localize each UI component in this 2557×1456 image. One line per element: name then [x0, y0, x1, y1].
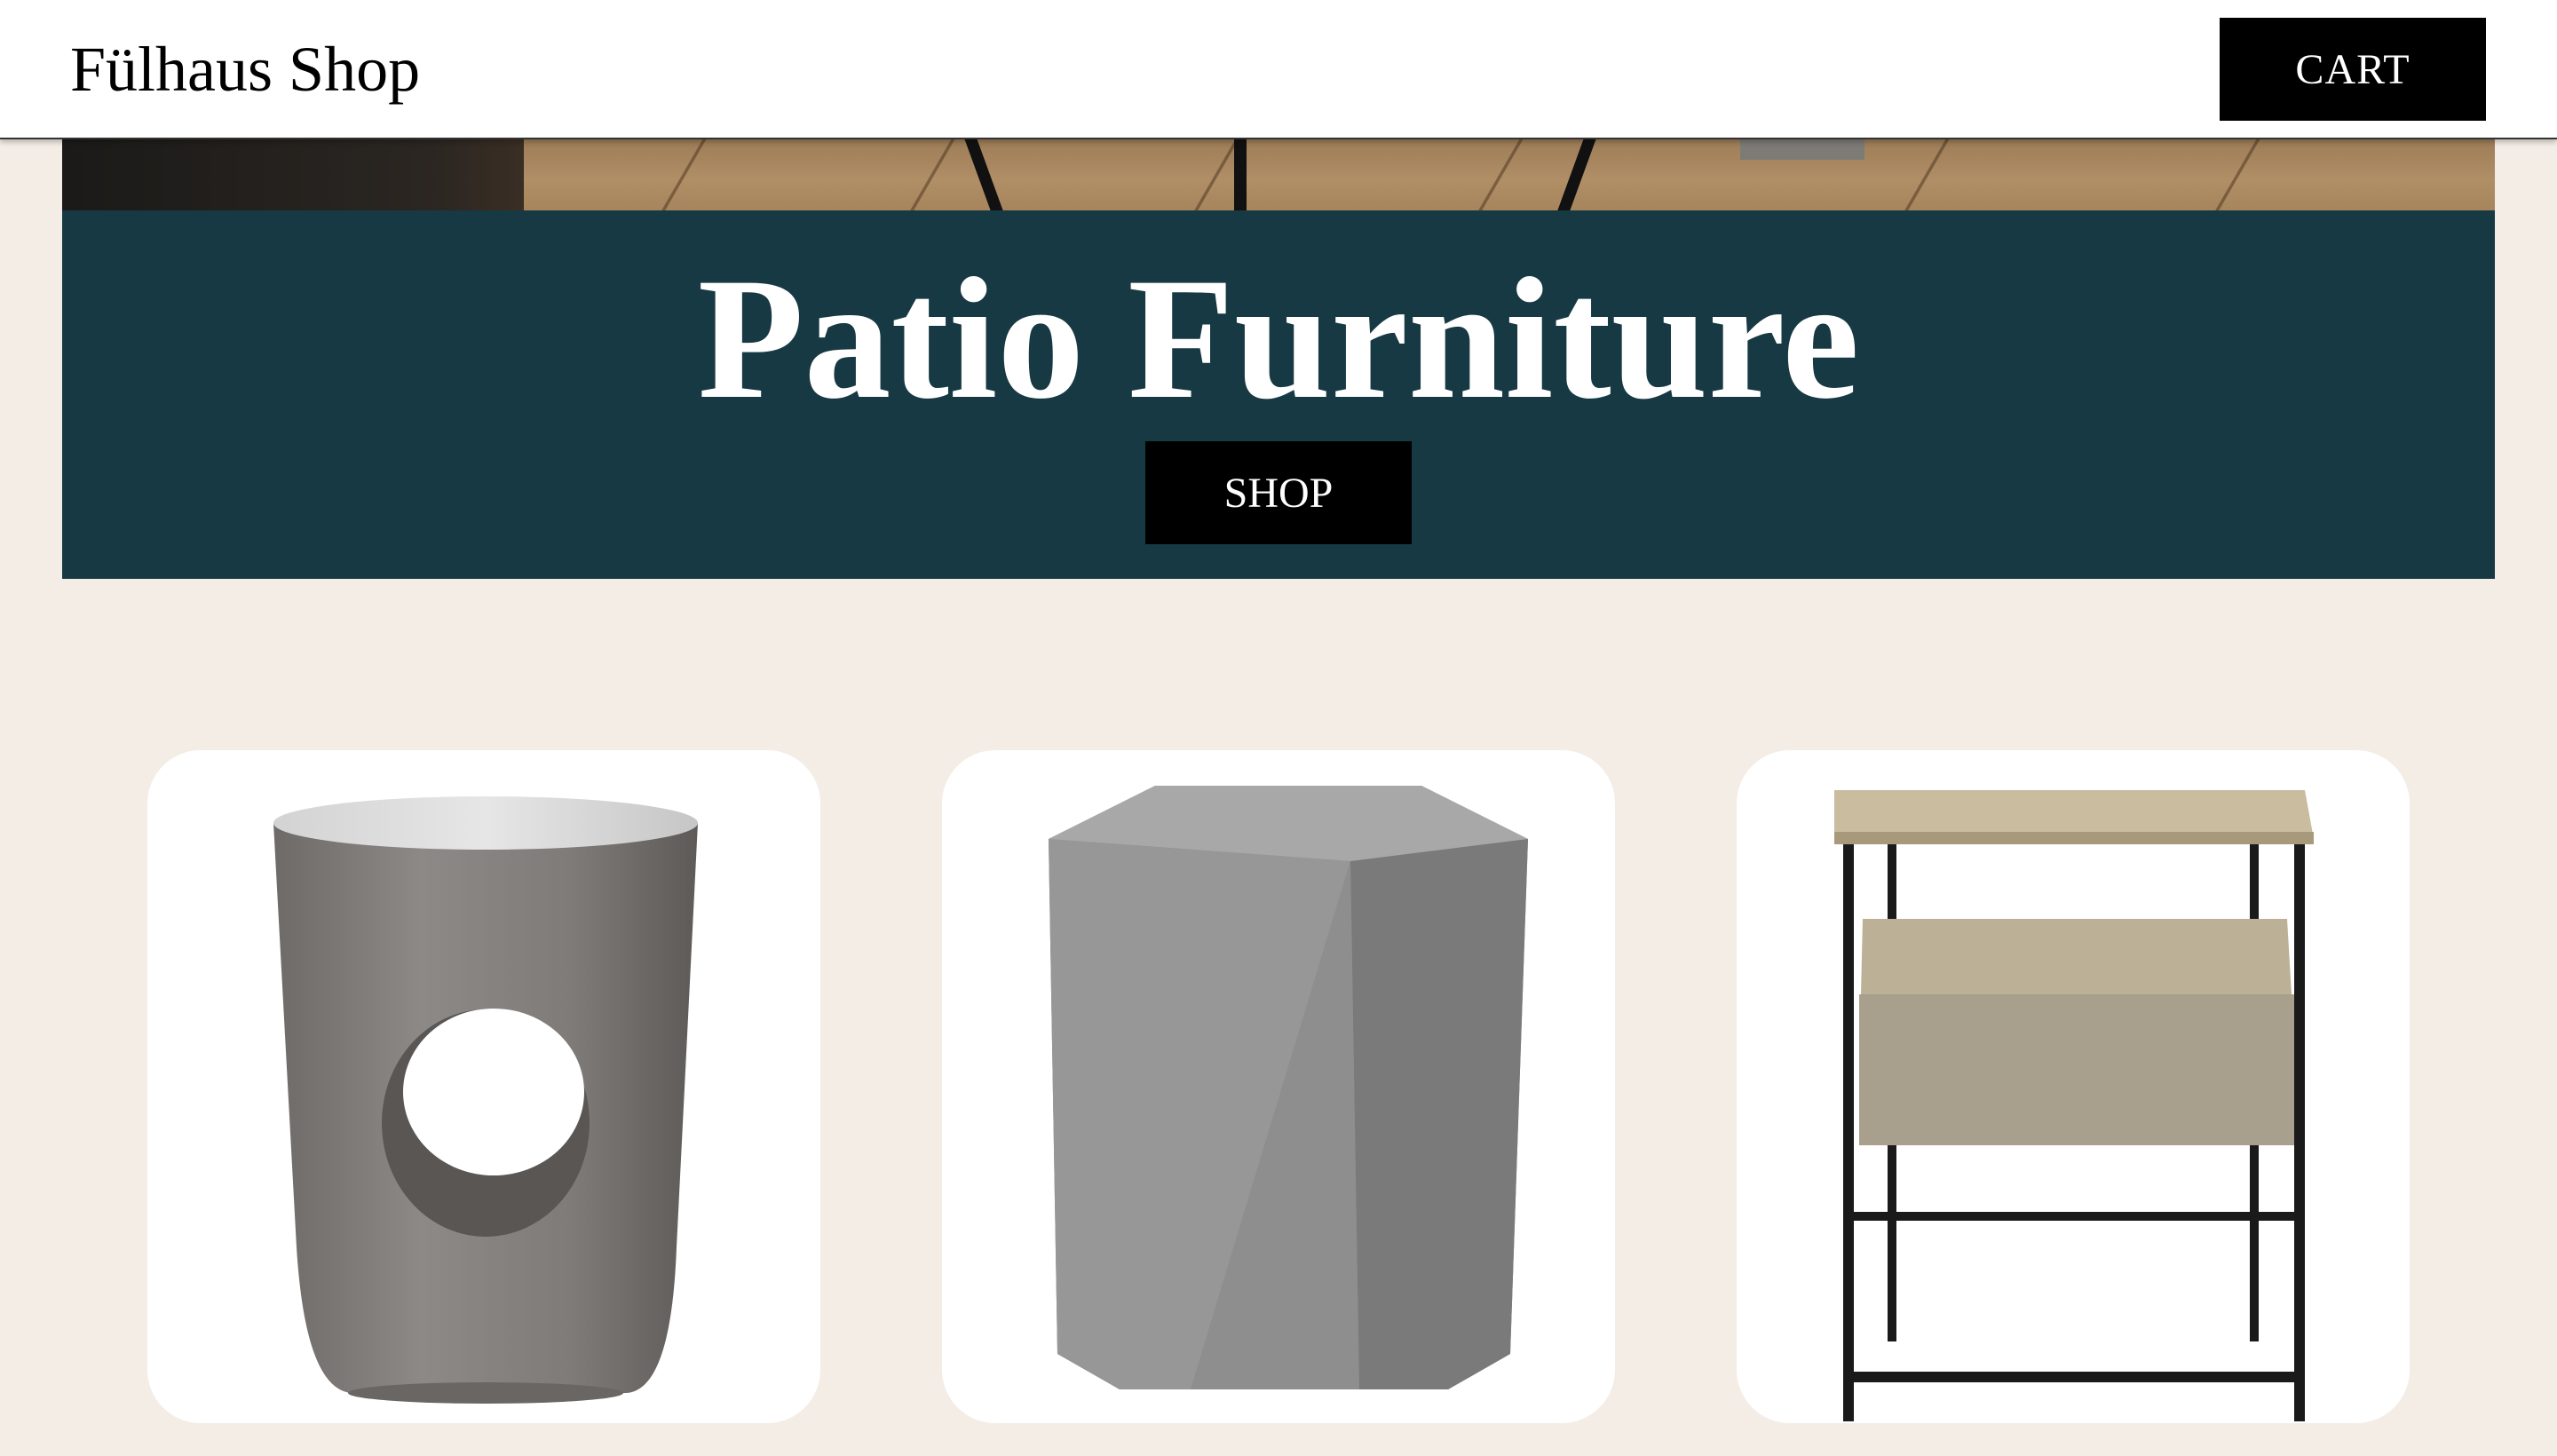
hero-title: Patio Furniture — [697, 242, 1860, 435]
shop-title[interactable]: Fülhaus Shop — [70, 32, 420, 107]
wood-metal-side-table-with-drawer-icon — [1834, 790, 2314, 1421]
hero-photo-dark-area — [62, 133, 524, 211]
floor-plank-line — [1477, 133, 1527, 211]
product-card-side-table[interactable] — [1737, 750, 2410, 1423]
round-concrete-stool-with-cutout-icon — [273, 796, 698, 1404]
shop-button[interactable]: SHOP — [1145, 441, 1412, 544]
floor-plank-line — [1904, 133, 1953, 211]
chair-leg — [962, 133, 1004, 211]
product-card-faceted-stool[interactable] — [942, 750, 1615, 1423]
chair-leg — [1234, 133, 1247, 211]
floor-plank-line — [2214, 133, 2264, 211]
product-card-round-stool[interactable] — [147, 750, 820, 1423]
cart-button[interactable]: CART — [2220, 18, 2486, 121]
site-header: Fülhaus Shop CART — [0, 0, 2557, 139]
hero-photo — [62, 133, 2495, 211]
floor-plank-line — [661, 133, 710, 211]
hero-banner: Patio Furniture SHOP — [62, 210, 2495, 579]
chair-leg — [1556, 133, 1599, 211]
faceted-concrete-stool-icon — [1049, 786, 1528, 1389]
floor-plank-line — [909, 133, 959, 211]
